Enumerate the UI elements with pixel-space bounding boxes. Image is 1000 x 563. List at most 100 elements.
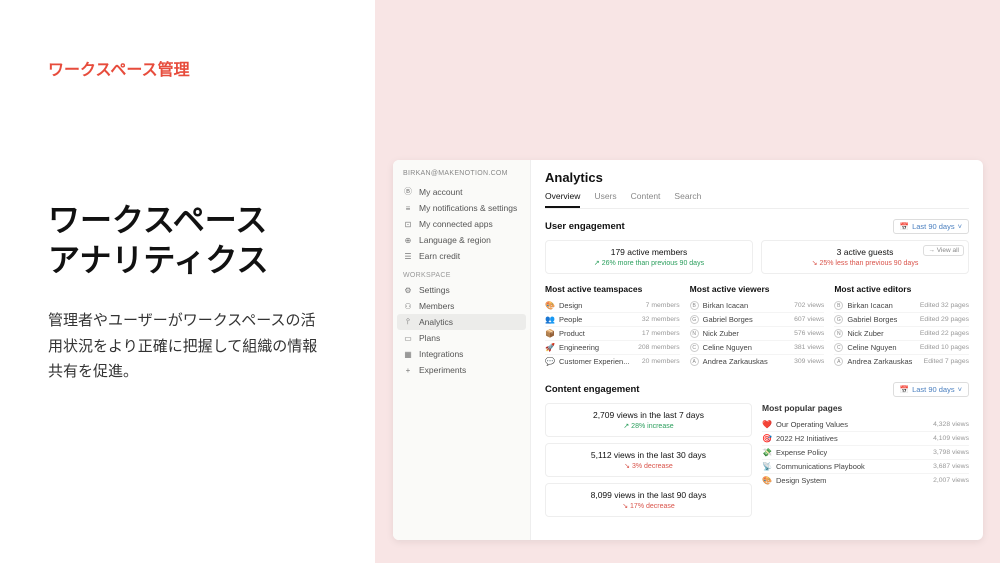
tab-search[interactable]: Search [674, 191, 701, 208]
page-emoji-icon: 💸 [762, 448, 772, 457]
list-label: Design [559, 301, 582, 310]
views-stat-card[interactable]: 8,099 views in the last 90 days ↘ 17% dec… [545, 483, 752, 517]
sidebar-item-language-region[interactable]: ⊕Language & region [393, 232, 530, 248]
tab-users[interactable]: Users [594, 191, 616, 208]
sidebar-item-my-notifications-settings[interactable]: ≡My notifications & settings [393, 200, 530, 216]
sidebar-icon: ☰ [403, 252, 413, 261]
page-emoji-icon: 👥 [545, 315, 555, 324]
stat-delta: ↘ 3% decrease [552, 462, 745, 470]
list-value: 7 members [646, 302, 680, 309]
list-value: 2,007 views [933, 477, 969, 484]
sidebar-icon: + [403, 366, 413, 375]
avatar-icon: A [834, 357, 843, 366]
active-guests-card[interactable]: → View all 3 active guests ↘ 25% less th… [761, 240, 969, 274]
sidebar-icon: ▭ [403, 334, 413, 343]
tab-content[interactable]: Content [631, 191, 661, 208]
sidebar-label: My notifications & settings [419, 203, 517, 213]
tabs: Overview Users Content Search [545, 191, 969, 209]
stat-delta: ↘ 25% less than previous 90 days [768, 259, 962, 267]
column-title: Most active viewers [690, 284, 825, 294]
list-value: 309 views [794, 358, 824, 365]
sidebar-item-analytics[interactable]: ⫯Analytics [397, 314, 526, 330]
stat-main: 179 active members [552, 247, 746, 257]
most-active-viewers: Most active viewers BBirkan Icacan702 vi… [690, 284, 825, 368]
page-emoji-icon: 🚀 [545, 343, 555, 352]
list-label: Celine Nguyen [703, 343, 752, 352]
marketing-panel: ワークスペース管理 ワークスペース アナリティクス 管理者やユーザーがワークスペ… [0, 0, 375, 563]
date-filter-button[interactable]: 📅 Last 90 days ˅ [893, 219, 969, 234]
calendar-icon: 📅 [900, 222, 909, 231]
sidebar-item-plans[interactable]: ▭Plans [393, 330, 530, 346]
list-item[interactable]: 💸 Expense Policy 3,798 views [762, 446, 969, 460]
avatar-icon: C [834, 343, 843, 352]
list-item[interactable]: NNick Zuber576 views [690, 327, 825, 341]
list-value: 3,798 views [933, 449, 969, 456]
date-filter-button[interactable]: 📅 Last 90 days ˅ [893, 382, 969, 397]
list-item[interactable]: GGabriel BorgesEdited 29 pages [834, 313, 969, 327]
list-item[interactable]: ❤️Our Operating Values4,328 views [762, 418, 969, 432]
screenshot-backdrop: BIRKAN@MAKENOTION.COM ⒷMy account≡My not… [375, 0, 1000, 563]
list-value: Edited 32 pages [920, 302, 969, 309]
list-label: Gabriel Borges [703, 315, 753, 324]
page-title: Analytics [545, 170, 969, 185]
eyebrow-label: ワークスペース管理 [48, 56, 327, 80]
list-label: Expense Policy [776, 448, 827, 457]
sidebar-item-earn-credit[interactable]: ☰ Earn credit [393, 248, 530, 264]
sidebar-label: Analytics [419, 317, 453, 327]
most-active-teamspaces: Most active teamspaces 🎨Design7 members👥… [545, 284, 680, 368]
list-label: Communications Playbook [776, 462, 865, 471]
avatar-icon: B [834, 301, 843, 310]
content-engagement-title: Content engagement [545, 384, 639, 395]
page-emoji-icon: 💬 [545, 357, 555, 366]
list-item[interactable]: 👥People32 members [545, 313, 680, 327]
sidebar-icon: ⊡ [403, 220, 413, 229]
list-item[interactable]: 📦Product17 members [545, 327, 680, 341]
list-label: Nick Zuber [703, 329, 739, 338]
sidebar-label: Language & region [419, 235, 491, 245]
stat-main: 8,099 views in the last 90 days [552, 490, 745, 500]
views-stat-card[interactable]: 2,709 views in the last 7 days↗ 28% incr… [545, 403, 752, 437]
views-stat-card[interactable]: 5,112 views in the last 30 days↘ 3% decr… [545, 443, 752, 477]
view-all-button[interactable]: → View all [923, 245, 964, 256]
list-item[interactable]: AAndrea ZarkauskasEdited 7 pages [834, 355, 969, 368]
active-members-card[interactable]: 179 active members ↗ 26% more than previ… [545, 240, 753, 274]
sidebar-item-members[interactable]: ⚇Members [393, 298, 530, 314]
list-item[interactable]: CCeline Nguyen381 views [690, 341, 825, 355]
list-item[interactable]: AAndrea Zarkauskas309 views [690, 355, 825, 368]
main-content: Analytics Overview Users Content Search Use… [531, 160, 983, 540]
sidebar-item-my-connected-apps[interactable]: ⊡ My connected apps [393, 216, 530, 232]
list-value: Edited 10 pages [920, 344, 969, 351]
list-value: 17 members [642, 330, 680, 337]
sidebar-label: Integrations [419, 349, 463, 359]
avatar-icon: G [834, 315, 843, 324]
sidebar-label: Earn credit [419, 251, 460, 261]
list-item[interactable]: 💬Customer Experien...20 members [545, 355, 680, 368]
list-item[interactable]: 🚀Engineering208 members [545, 341, 680, 355]
user-engagement-title: User engagement [545, 221, 625, 232]
list-item[interactable]: 🎨Design7 members [545, 299, 680, 313]
list-item[interactable]: BBirkan IcacanEdited 32 pages [834, 299, 969, 313]
sidebar-item-integrations[interactable]: ▦Integrations [393, 346, 530, 362]
list-value: 208 members [638, 344, 680, 351]
app-window: BIRKAN@MAKENOTION.COM ⒷMy account≡My not… [393, 160, 983, 540]
sidebar-item-my-account[interactable]: ⒷMy account [393, 183, 530, 200]
list-label: 2022 H2 Initiatives [776, 434, 838, 443]
sidebar-icon: ⚇ [403, 302, 413, 311]
list-item[interactable]: 📡Communications Playbook3,687 views [762, 460, 969, 474]
list-item[interactable]: CCeline NguyenEdited 10 pages [834, 341, 969, 355]
list-item[interactable]: NNick ZuberEdited 22 pages [834, 327, 969, 341]
list-item[interactable]: 🎯2022 H2 Initiatives4,109 views [762, 432, 969, 446]
avatar-icon: N [690, 329, 699, 338]
list-item[interactable]: 🎨Design System2,007 views [762, 474, 969, 487]
list-value: Edited 29 pages [920, 316, 969, 323]
list-item[interactable]: BBirkan Icacan702 views [690, 299, 825, 313]
stat-delta: ↘ 17% decrease [552, 502, 745, 510]
list-label: Andrea Zarkauskas [847, 357, 912, 366]
sidebar-item-settings[interactable]: ⚙Settings [393, 282, 530, 298]
avatar-icon: N [834, 329, 843, 338]
tab-overview[interactable]: Overview [545, 191, 580, 208]
avatar-icon: A [690, 357, 699, 366]
list-item[interactable]: GGabriel Borges607 views [690, 313, 825, 327]
sidebar-item-experiments[interactable]: +Experiments [393, 362, 530, 378]
sidebar-label: My connected apps [419, 219, 493, 229]
